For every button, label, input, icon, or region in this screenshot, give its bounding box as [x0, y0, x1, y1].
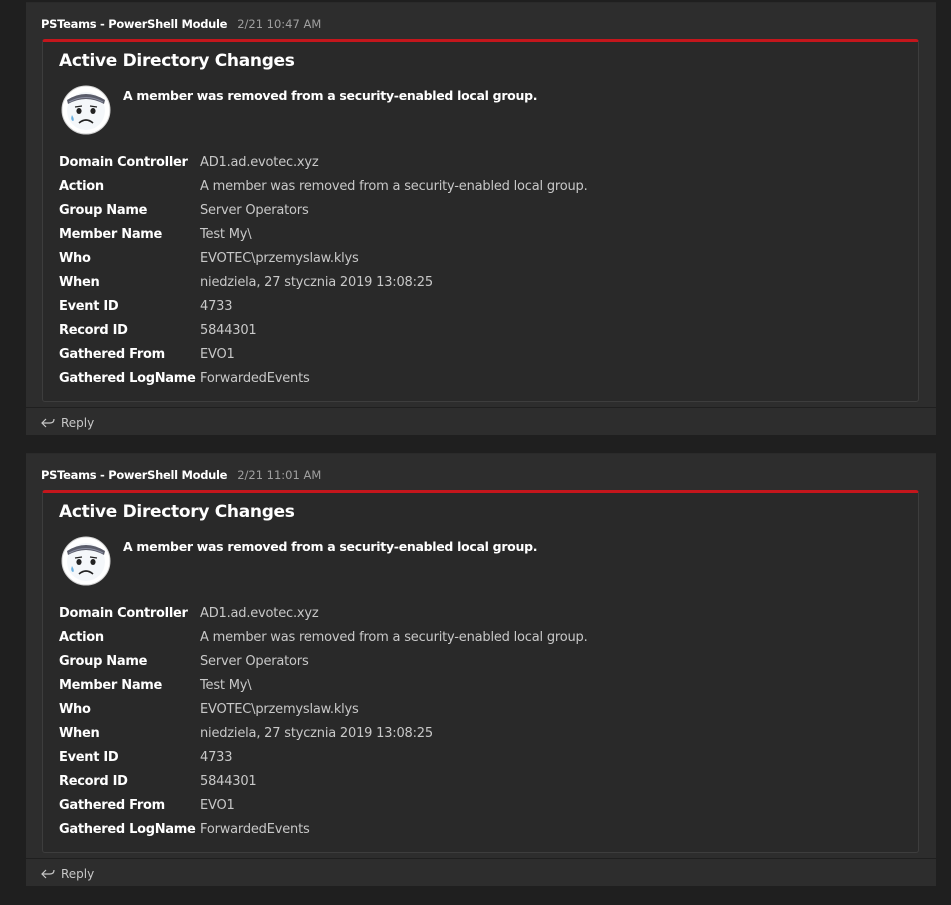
- sender-name[interactable]: PSTeams - PowerShell Module: [41, 17, 227, 31]
- fact-label: Event ID: [59, 298, 119, 314]
- fact-row: Who EVOTEC\przemyslaw.klys: [59, 246, 899, 270]
- fact-row: Gathered LogName ForwardedEvents: [59, 817, 899, 841]
- card-title: Active Directory Changes: [59, 502, 295, 522]
- fact-value: niedziela, 27 stycznia 2019 13:08:25: [200, 274, 433, 290]
- fact-value: Test My\: [200, 226, 252, 242]
- reply-label: Reply: [61, 867, 95, 881]
- adaptive-card: Active Directory Changes A member was re…: [42, 490, 919, 853]
- reply-arrow-icon: [41, 418, 55, 428]
- fact-value: Test My\: [200, 677, 252, 693]
- sender-name[interactable]: PSTeams - PowerShell Module: [41, 468, 227, 482]
- fact-row: Action A member was removed from a securi…: [59, 625, 899, 649]
- message: PSTeams - PowerShell Module 2/21 11:01 A…: [26, 453, 936, 886]
- fact-label: Gathered From: [59, 346, 165, 362]
- message: PSTeams - PowerShell Module 2/21 10:47 A…: [26, 2, 936, 435]
- fact-set: Domain Controller AD1.ad.evotec.xyz Actio…: [59, 150, 899, 390]
- fact-row: Record ID 5844301: [59, 769, 899, 793]
- reply-button[interactable]: Reply: [41, 413, 94, 433]
- message-header: PSTeams - PowerShell Module 2/21 10:47 A…: [41, 16, 321, 32]
- fact-row: Gathered From EVO1: [59, 342, 899, 366]
- fact-value: EVOTEC\przemyslaw.klys: [200, 701, 359, 717]
- fact-row: When niedziela, 27 stycznia 2019 13:08:25: [59, 270, 899, 294]
- fact-row: Action A member was removed from a securi…: [59, 174, 899, 198]
- fact-row: Gathered From EVO1: [59, 793, 899, 817]
- fact-value: ForwardedEvents: [200, 821, 310, 837]
- fact-label: Group Name: [59, 653, 148, 669]
- fact-value: Server Operators: [200, 653, 309, 669]
- message-timestamp: 2/21 11:01 AM: [237, 468, 322, 482]
- sad-face-icon: [61, 85, 111, 135]
- fact-label: Who: [59, 701, 91, 717]
- fact-label: Gathered From: [59, 797, 165, 813]
- fact-value: 4733: [200, 749, 233, 765]
- fact-row: Gathered LogName ForwardedEvents: [59, 366, 899, 390]
- fact-row: Domain Controller AD1.ad.evotec.xyz: [59, 601, 899, 625]
- fact-value: A member was removed from a security-ena…: [200, 629, 588, 645]
- fact-label: Domain Controller: [59, 154, 188, 170]
- fact-value: EVO1: [200, 346, 235, 362]
- fact-value: 4733: [200, 298, 233, 314]
- sad-face-icon: [61, 536, 111, 586]
- card-summary: A member was removed from a security-ena…: [123, 539, 538, 554]
- fact-label: Record ID: [59, 773, 128, 789]
- adaptive-card: Active Directory Changes A member was re…: [42, 39, 919, 402]
- fact-label: Group Name: [59, 202, 148, 218]
- fact-row: Event ID 4733: [59, 745, 899, 769]
- fact-row: Group Name Server Operators: [59, 649, 899, 673]
- fact-label: Member Name: [59, 677, 163, 693]
- reply-label: Reply: [61, 416, 95, 430]
- reply-divider: [26, 858, 936, 859]
- fact-row: Event ID 4733: [59, 294, 899, 318]
- fact-row: Member Name Test My\: [59, 222, 899, 246]
- card-title: Active Directory Changes: [59, 51, 295, 71]
- fact-row: Group Name Server Operators: [59, 198, 899, 222]
- fact-row: Who EVOTEC\przemyslaw.klys: [59, 697, 899, 721]
- reply-arrow-icon: [41, 869, 55, 879]
- fact-label: Who: [59, 250, 91, 266]
- fact-label: When: [59, 725, 100, 741]
- fact-value: EVOTEC\przemyslaw.klys: [200, 250, 359, 266]
- fact-label: Gathered LogName: [59, 370, 196, 386]
- reply-button[interactable]: Reply: [41, 864, 94, 884]
- fact-row: When niedziela, 27 stycznia 2019 13:08:25: [59, 721, 899, 745]
- message-timestamp: 2/21 10:47 AM: [237, 17, 322, 31]
- fact-value: ForwardedEvents: [200, 370, 310, 386]
- fact-label: Action: [59, 629, 104, 645]
- fact-value: AD1.ad.evotec.xyz: [200, 605, 319, 621]
- fact-value: 5844301: [200, 322, 257, 338]
- fact-label: Member Name: [59, 226, 163, 242]
- reply-divider: [26, 407, 936, 408]
- fact-set: Domain Controller AD1.ad.evotec.xyz Actio…: [59, 601, 899, 841]
- message-header: PSTeams - PowerShell Module 2/21 11:01 A…: [41, 467, 321, 483]
- fact-label: Action: [59, 178, 104, 194]
- fact-label: Record ID: [59, 322, 128, 338]
- fact-row: Record ID 5844301: [59, 318, 899, 342]
- fact-label: Gathered LogName: [59, 821, 196, 837]
- fact-label: Domain Controller: [59, 605, 188, 621]
- fact-value: AD1.ad.evotec.xyz: [200, 154, 319, 170]
- fact-label: Event ID: [59, 749, 119, 765]
- fact-value: A member was removed from a security-ena…: [200, 178, 588, 194]
- fact-row: Domain Controller AD1.ad.evotec.xyz: [59, 150, 899, 174]
- fact-value: 5844301: [200, 773, 257, 789]
- fact-value: EVO1: [200, 797, 235, 813]
- card-summary: A member was removed from a security-ena…: [123, 88, 538, 103]
- fact-value: niedziela, 27 stycznia 2019 13:08:25: [200, 725, 433, 741]
- fact-value: Server Operators: [200, 202, 309, 218]
- fact-label: When: [59, 274, 100, 290]
- fact-row: Member Name Test My\: [59, 673, 899, 697]
